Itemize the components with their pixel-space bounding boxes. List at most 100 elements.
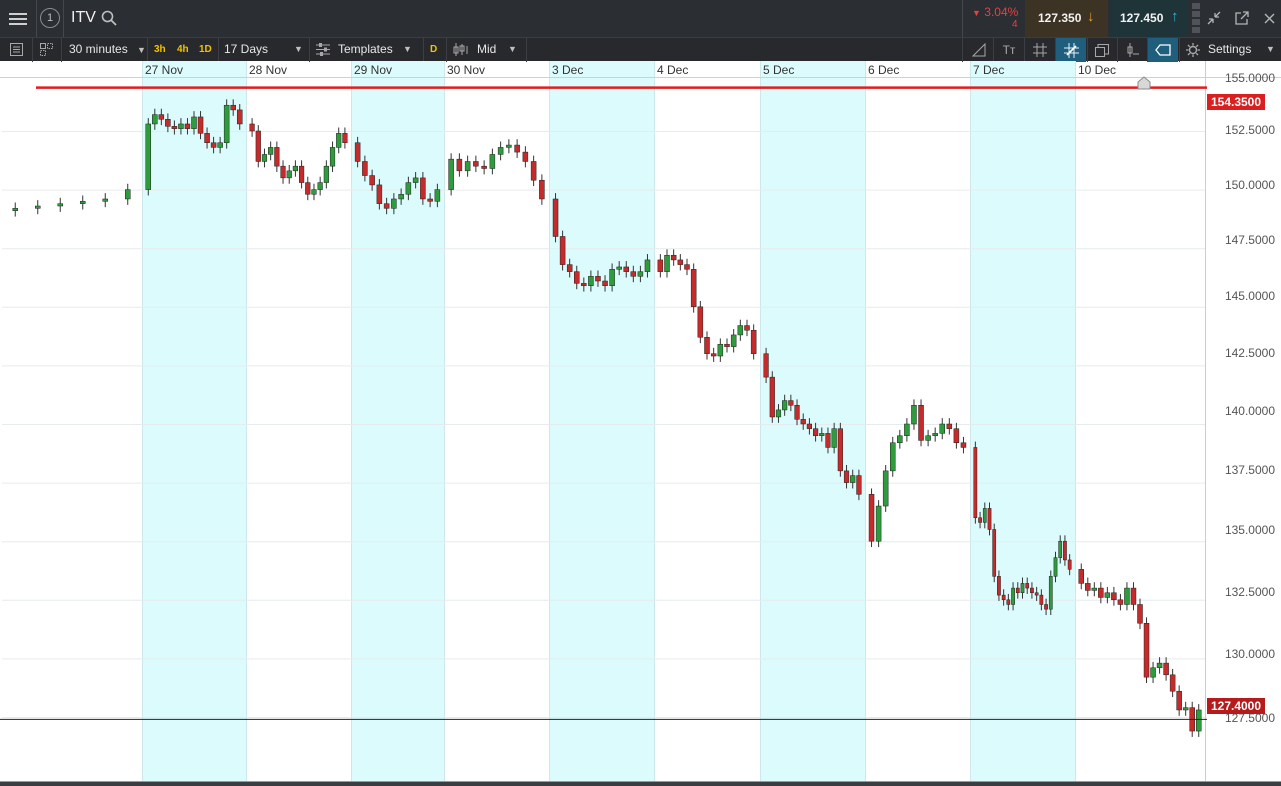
candle-body [434,189,441,202]
candle-body [1048,576,1053,610]
home-marker-icon[interactable] [1137,76,1151,90]
candle-body [1011,587,1015,605]
list-icon[interactable] [8,41,24,57]
candle-body [710,353,717,357]
range-dropdown[interactable]: 17 Days ▼ [224,42,304,56]
price-axis-label: 155.0000 [1224,71,1275,85]
quick-interval-1d[interactable]: 1D [199,44,212,55]
candle-body [904,423,910,436]
candle-body [775,409,782,418]
candle-body [737,325,744,336]
candle-body [1034,592,1039,596]
draw-line-icon[interactable] [966,40,992,60]
candle-body [973,447,978,519]
candle-body [843,470,850,483]
candle-body [158,114,165,120]
candle-body [623,266,629,272]
candle-body [657,259,664,272]
quick-interval-3h[interactable]: 3h [154,44,166,55]
candle-body [102,198,108,202]
candle-body [274,147,280,167]
candle-body [982,508,987,523]
candle-body [255,130,261,162]
candle-body [1150,667,1156,678]
candle-body [210,142,217,148]
candle-body [530,161,537,181]
quick-interval-4h[interactable]: 4h [177,44,189,55]
interval-dropdown[interactable]: 30 minutes ▼ [69,42,146,56]
overlay-icon[interactable] [1089,40,1115,60]
candle-body [800,419,806,425]
price-axis-label: 140.0000 [1224,404,1275,418]
day-band [142,61,246,781]
candle-body [750,329,757,354]
candle-body [925,435,931,441]
price-change-points: 4 [1012,19,1018,30]
date-label: 29 Nov [354,63,393,77]
candle-body [574,271,580,284]
date-label: 27 Nov [145,63,184,77]
label-toggle-icon[interactable] [1148,38,1178,62]
collapse-icon[interactable] [1205,9,1223,27]
candle-body [566,264,573,272]
templates-icon [316,43,330,56]
price-chart[interactable]: 27 Nov 28 Nov 29 Nov 30 Nov 3 Dec 4 Dec … [0,61,1281,786]
candle-body [427,198,433,202]
candle-body [997,576,1001,596]
candle-body [794,404,800,420]
price-axis-label: 150.0000 [1224,178,1275,192]
candle-body [637,271,644,277]
candle-body [644,259,651,272]
candle-body [1091,587,1098,591]
linked-window-badge[interactable]: 1 [40,8,60,28]
candle-body [960,442,967,448]
candle-body [1053,557,1058,577]
candle-body [1143,622,1150,678]
candle-body [12,208,18,211]
candle-body [405,182,412,195]
close-icon[interactable] [1260,9,1278,27]
candle-body [1169,674,1176,692]
date-label: 3 Dec [552,63,584,77]
candle-body [837,428,843,472]
buy-button[interactable]: 127.450 ↑ [1110,0,1188,37]
candle-body [464,161,471,172]
indicator-icon[interactable] [1119,40,1145,60]
d-button[interactable]: D [430,44,437,55]
sell-button[interactable]: 127.350 ↓ [1025,0,1108,37]
candle-body [261,154,268,162]
candle-body [342,133,348,143]
candle-body [473,161,479,167]
symbol-title[interactable]: ITV [71,9,96,27]
menu-icon[interactable] [4,5,32,33]
candle-body [1163,662,1169,676]
candle-body [217,142,223,148]
candle-body [730,334,737,347]
buy-price: 127.450 [1120,11,1164,25]
pop-out-icon[interactable] [1233,9,1251,27]
candle-body [80,201,86,204]
candle-body [609,269,615,286]
candle-body [323,165,329,183]
candle-body [497,147,504,155]
candle-body [152,114,158,125]
candle-body [178,123,184,129]
candle-body [1078,569,1085,584]
chart-toolbar: 30 minutes ▼ 3h 4h 1D 17 Days ▼ Template… [0,37,1281,62]
candle-body [311,189,317,195]
candle-body [236,109,243,125]
candle-body [376,184,383,204]
crosshair-toggle-icon[interactable] [1056,38,1086,62]
candle-body [992,529,997,577]
candle-body [481,165,487,169]
chevron-down-icon: ▼ [1266,44,1275,54]
candle-body [305,182,311,195]
candle-body [1098,587,1104,598]
text-size-icon[interactable]: Tт [996,40,1022,60]
candle-body [522,151,529,162]
layout-icon[interactable] [38,41,54,57]
candle-body [329,147,336,167]
search-icon[interactable] [100,9,118,27]
candles-icon [453,43,468,56]
grid-icon[interactable] [1027,40,1053,60]
